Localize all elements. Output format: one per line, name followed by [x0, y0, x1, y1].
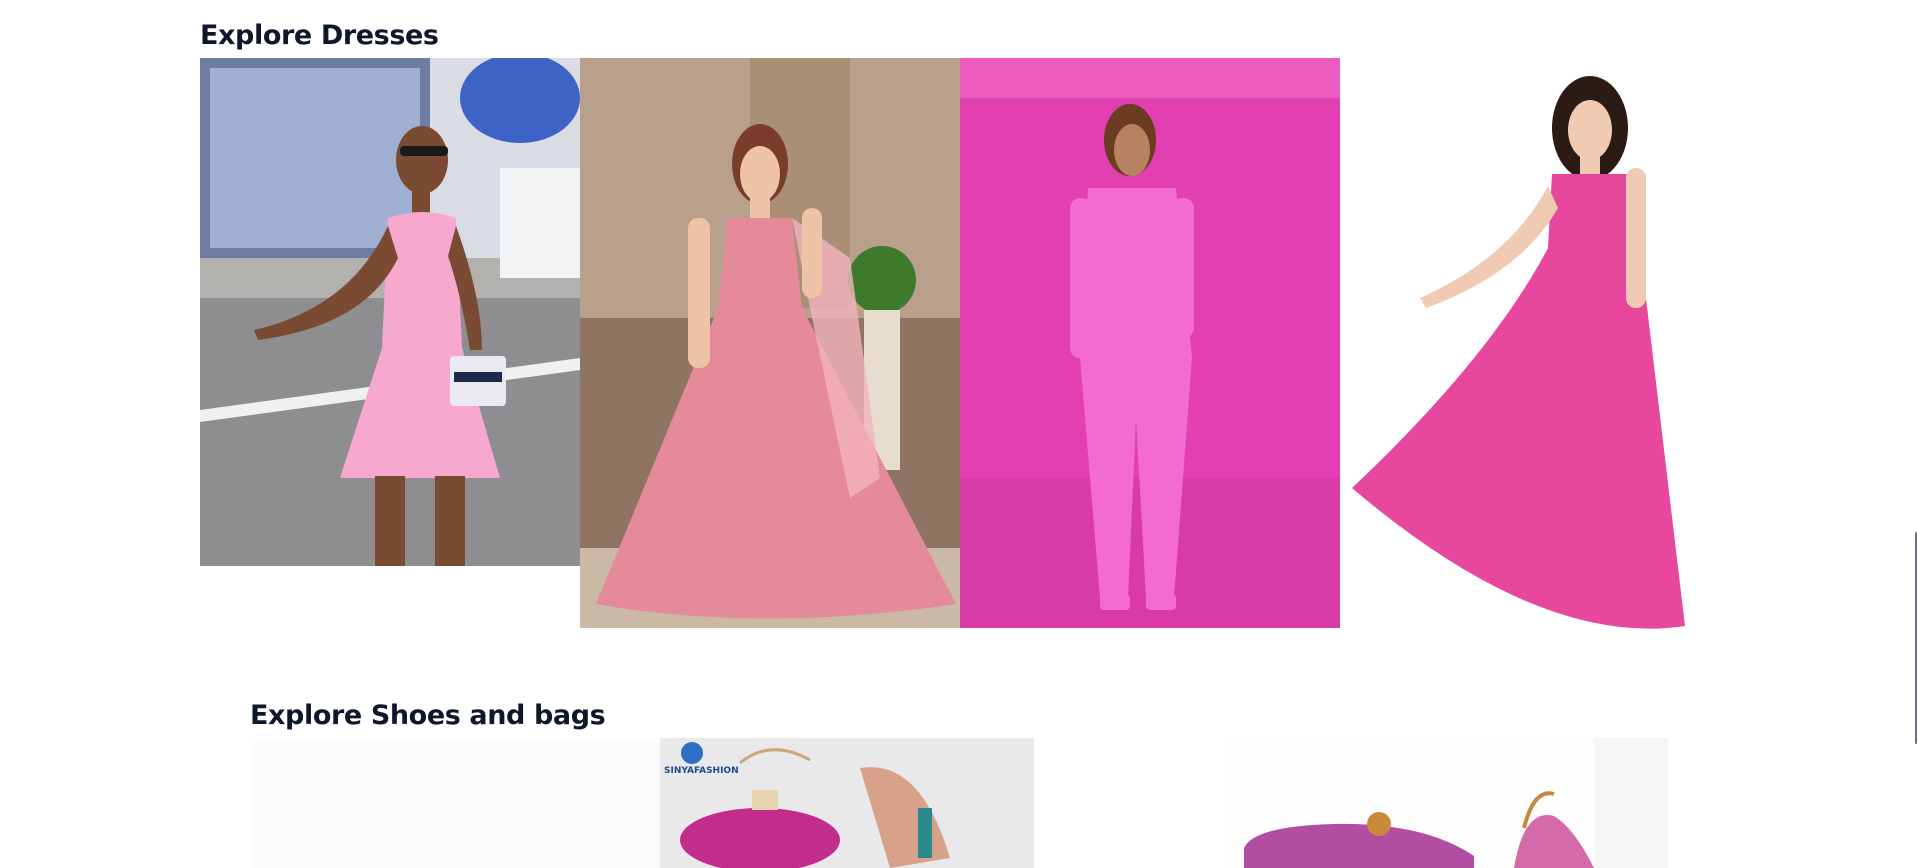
- shoes-bags-image-2[interactable]: SINYAFASHION: [660, 738, 1034, 868]
- dress-image-pink-mini[interactable]: [200, 58, 580, 566]
- shoes-bags-image-1[interactable]: [250, 738, 660, 868]
- shoes-bags-image-3[interactable]: [1034, 738, 1224, 868]
- brand-watermark: SINYAFASHION: [664, 766, 739, 776]
- shoes-bags-image-4[interactable]: [1224, 738, 1668, 868]
- dress-image-anarkali[interactable]: [580, 58, 960, 628]
- scrollbar-thumb[interactable]: [1915, 532, 1917, 744]
- section-title-dresses: Explore Dresses: [200, 20, 439, 51]
- dress-image-pink-suit[interactable]: [960, 58, 1340, 628]
- page-scrollbar[interactable]: [1914, 0, 1918, 868]
- section-title-shoes-bags: Explore Shoes and bags: [250, 700, 606, 731]
- dress-image-chiffon-gown[interactable]: [1340, 58, 1720, 638]
